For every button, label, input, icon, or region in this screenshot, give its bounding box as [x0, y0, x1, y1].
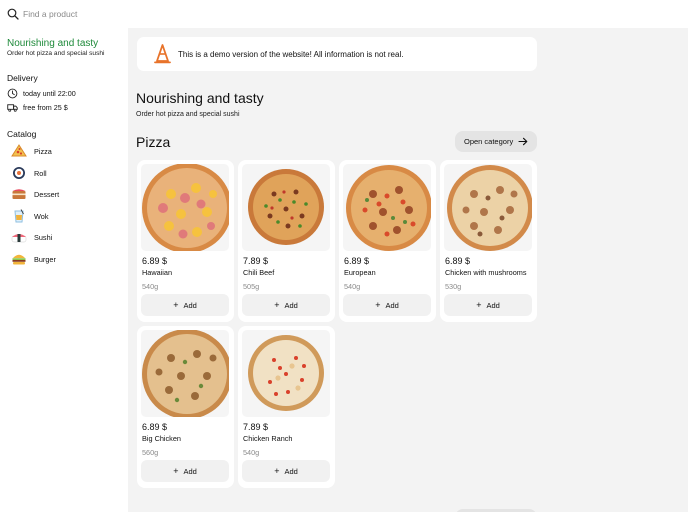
- catalog-item-label: Sushi: [34, 232, 53, 242]
- product-card-hawaiian[interactable]: 6.89 $ Hawaiian 540g + Add: [137, 160, 234, 322]
- delivery-title: Delivery: [7, 73, 38, 83]
- delivery-hours-label: today until 22:00: [23, 89, 76, 98]
- open-category-button[interactable]: Open category: [455, 131, 537, 152]
- product-name[interactable]: Big Chicken: [142, 434, 181, 443]
- pizza-image: [248, 169, 324, 245]
- product-weight: 540g: [142, 282, 159, 291]
- add-to-cart-button[interactable]: + Add: [141, 294, 229, 316]
- add-to-cart-button[interactable]: + Add: [444, 294, 532, 316]
- product-name[interactable]: European: [344, 268, 376, 277]
- brand-title[interactable]: Nourishing and tasty: [7, 38, 98, 49]
- product-name[interactable]: Hawaiian: [142, 268, 172, 277]
- clock-icon: [7, 88, 18, 99]
- catalog-item-dessert[interactable]: Dessert: [11, 187, 59, 201]
- sushi-icon: [11, 234, 27, 243]
- product-name[interactable]: Chicken Ranch: [243, 434, 292, 443]
- plus-icon: +: [173, 300, 179, 310]
- search-icon: [7, 8, 19, 20]
- page-title: Nourishing and tasty: [136, 90, 264, 106]
- product-image[interactable]: [242, 330, 330, 417]
- add-label: Add: [183, 466, 197, 476]
- catalog-item-label: Burger: [34, 254, 56, 264]
- product-price: 6.89 $: [445, 256, 471, 266]
- plus-icon: +: [375, 300, 381, 310]
- delivery-free: free from 25 $: [7, 102, 68, 113]
- product-weight: 505g: [243, 282, 260, 291]
- catalog-item-wok[interactable]: Wok: [11, 209, 48, 223]
- catalog-item-sushi[interactable]: Sushi: [11, 230, 52, 244]
- product-image[interactable]: [242, 164, 330, 251]
- product-name[interactable]: Chili Beef: [243, 268, 274, 277]
- catalog-item-label: Wok: [34, 211, 49, 221]
- delivery-hours: today until 22:00: [7, 88, 76, 99]
- pizza-image: [447, 165, 532, 251]
- catalog-item-burger[interactable]: Burger: [11, 252, 56, 266]
- product-price: 7.89 $: [243, 422, 269, 432]
- pizza-image: [346, 165, 431, 251]
- arrow-right-icon: [518, 137, 528, 146]
- dessert-icon: [12, 189, 26, 199]
- product-weight: 540g: [243, 448, 260, 457]
- brand-subtitle: Order hot pizza and special sushi: [7, 50, 105, 57]
- catalog-item-pizza[interactable]: Pizza: [11, 144, 52, 158]
- pizza-image: [248, 335, 324, 411]
- demo-notice-text: This is a demo version of the website! A…: [178, 50, 404, 59]
- catalog-item-label: Roll: [34, 168, 47, 178]
- open-category-label: Open category: [464, 137, 514, 146]
- add-to-cart-button[interactable]: + Add: [141, 460, 229, 482]
- product-price: 6.89 $: [142, 256, 168, 266]
- product-image[interactable]: [141, 330, 229, 417]
- demo-notice: This is a demo version of the website! A…: [137, 37, 537, 71]
- product-price: 6.89 $: [344, 256, 370, 266]
- roll-icon: [13, 167, 25, 179]
- product-image[interactable]: [444, 164, 532, 251]
- page-subtitle: Order hot pizza and special sushi: [136, 111, 240, 118]
- catalog-item-label: Dessert: [34, 189, 60, 199]
- catalog-item-roll[interactable]: Roll: [11, 166, 47, 180]
- add-to-cart-button[interactable]: + Add: [343, 294, 431, 316]
- product-image[interactable]: [343, 164, 431, 251]
- product-card-european[interactable]: 6.89 $ European 540g + Add: [339, 160, 436, 322]
- delivery-free-label: free from 25 $: [23, 103, 68, 112]
- product-card-chili-beef[interactable]: 7.89 $ Chili Beef 505g + Add: [238, 160, 335, 322]
- add-label: Add: [486, 300, 500, 310]
- product-weight: 530g: [445, 282, 462, 291]
- add-label: Add: [183, 300, 197, 310]
- pizza-image: [142, 330, 229, 417]
- add-label: Add: [385, 300, 399, 310]
- catalog-title: Catalog: [7, 129, 37, 139]
- product-price: 6.89 $: [142, 422, 168, 432]
- add-label: Add: [284, 466, 298, 476]
- plus-icon: +: [274, 300, 280, 310]
- add-label: Add: [284, 300, 298, 310]
- pizza-icon: [11, 144, 27, 157]
- product-card-chicken-with-mushrooms[interactable]: 6.89 $ Chicken with mushrooms 530g + Add: [440, 160, 537, 322]
- plus-icon: +: [173, 466, 179, 476]
- main-content: This is a demo version of the website! A…: [128, 28, 688, 512]
- plus-icon: +: [274, 466, 280, 476]
- catalog-item-label: Pizza: [34, 146, 52, 156]
- burger-icon: [12, 254, 26, 265]
- warning-cone-icon: [154, 44, 171, 64]
- product-image[interactable]: [141, 164, 229, 251]
- product-card-chicken-ranch[interactable]: 7.89 $ Chicken Ranch 540g + Add: [238, 326, 335, 488]
- plus-icon: +: [476, 300, 482, 310]
- pizza-image: [142, 164, 229, 251]
- product-card-big-chicken[interactable]: 6.89 $ Big Chicken 560g + Add: [137, 326, 234, 488]
- product-weight: 540g: [344, 282, 361, 291]
- product-weight: 560g: [142, 448, 159, 457]
- sidebar: Nourishing and tasty Order hot pizza and…: [0, 28, 128, 512]
- add-to-cart-button[interactable]: + Add: [242, 294, 330, 316]
- search-input[interactable]: Find a product: [23, 9, 77, 19]
- truck-icon: [7, 104, 18, 112]
- top-bar: Find a product: [0, 0, 688, 28]
- product-price: 7.89 $: [243, 256, 269, 266]
- section-title: Pizza: [136, 134, 171, 150]
- add-to-cart-button[interactable]: + Add: [242, 460, 330, 482]
- wok-icon: [14, 209, 24, 223]
- product-name[interactable]: Chicken with mushrooms: [445, 268, 527, 277]
